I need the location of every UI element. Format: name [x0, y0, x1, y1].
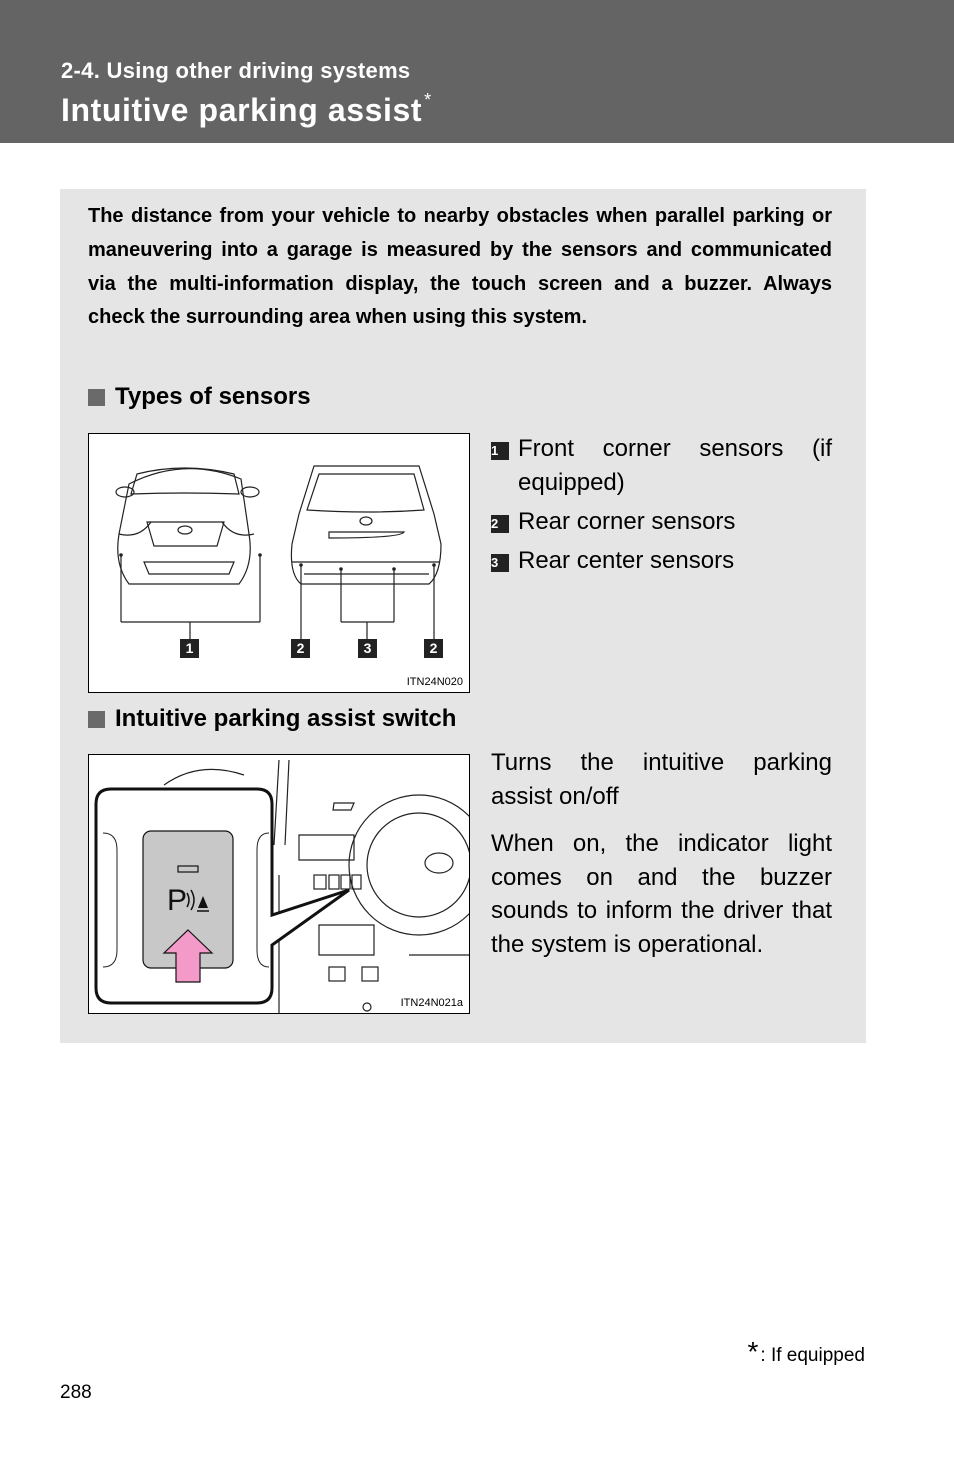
intro-paragraph: The distance from your vehicle to nearby…: [88, 205, 832, 329]
legend-badge: 1: [491, 442, 509, 460]
page-number: 288: [60, 1382, 92, 1403]
legend-item: 1 Front corner sensors (if equipped): [491, 432, 832, 500]
square-bullet-icon: [88, 388, 105, 406]
figure-code: ITN24N021a: [400, 997, 463, 1009]
switch-description: Turns the intuitive parking assist on/of…: [491, 746, 832, 976]
switch-location-figure: P ITN24N021a: [88, 754, 470, 1014]
section-heading-text: Types of sensors: [115, 383, 311, 410]
page-title-text: Intuitive parking assist: [61, 92, 423, 128]
callout-badge-2-left: 2: [291, 639, 310, 658]
callout-badge-3: 3: [358, 639, 377, 658]
section-heading-text: Intuitive parking assist switch: [115, 705, 457, 732]
asterisk-marker: *: [747, 1336, 759, 1367]
equipped-marker: *: [424, 90, 432, 110]
footnote-text: : If equipped: [760, 1345, 865, 1366]
sensor-legend: 1 Front corner sensors (if equipped) 2 R…: [491, 432, 832, 583]
legend-label: Rear corner sensors: [518, 508, 736, 535]
legend-label: Rear center sensors: [518, 547, 735, 574]
legend-badge: 3: [491, 554, 509, 572]
callout-badge-1: 1: [180, 639, 199, 658]
description-paragraph: Turns the intuitive parking assist on/of…: [491, 749, 832, 810]
legend-item: 3 Rear center sensors: [491, 544, 832, 578]
switch-symbol-p: P: [167, 884, 187, 917]
chapter-header-bar: 2-4. Using other driving systems Intuiti…: [0, 0, 954, 143]
square-bullet-icon: [88, 710, 105, 728]
page-title: Intuitive parking assist *: [61, 90, 432, 129]
legend-item: 2 Rear corner sensors: [491, 505, 832, 539]
section-label: 2-4. Using other driving systems: [61, 58, 411, 83]
section-heading-switch: Intuitive parking assist switch: [88, 705, 456, 733]
vehicle-front-rear-illustration: [115, 465, 442, 639]
footnote: * : If equipped: [748, 1336, 866, 1368]
figure-code: ITN24N020: [406, 676, 463, 688]
description-paragraph: When on, the indicator light comes on an…: [491, 830, 832, 958]
legend-badge: 2: [491, 515, 509, 533]
callout-badge-2-right: 2: [424, 639, 443, 658]
dashboard-switch-illustration: P: [94, 759, 469, 1013]
sensor-location-figure: 1 2 3 2 ITN24N020: [88, 433, 470, 693]
section-heading-sensors: Types of sensors: [88, 383, 311, 411]
legend-label: Front corner sensors (if equipped): [518, 435, 832, 496]
